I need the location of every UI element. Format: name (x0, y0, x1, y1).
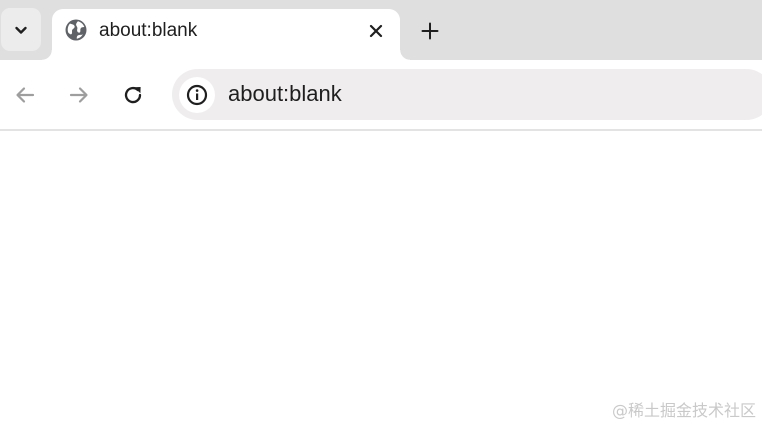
browser-window: about:blank about:blank @稀土掘金技术社区 (0, 0, 762, 427)
reload-icon (121, 83, 145, 107)
arrow-right-icon (67, 83, 91, 107)
back-button[interactable] (8, 78, 42, 112)
reload-button[interactable] (116, 78, 150, 112)
info-icon (186, 84, 208, 106)
tab-title: about:blank (99, 20, 198, 41)
chevron-down-icon (14, 23, 28, 37)
tab-strip: about:blank (0, 0, 762, 60)
page-content: @稀土掘金技术社区 (0, 131, 762, 427)
toolbar: about:blank (0, 60, 762, 130)
address-text[interactable]: about:blank (228, 81, 342, 107)
close-icon (369, 24, 383, 38)
arrow-left-icon (13, 83, 37, 107)
address-bar[interactable]: about:blank (172, 69, 762, 120)
globe-icon (64, 18, 88, 42)
plus-icon (421, 22, 439, 40)
watermark: @稀土掘金技术社区 (611, 401, 756, 420)
tab-close-button[interactable] (362, 17, 390, 45)
forward-button[interactable] (62, 78, 96, 112)
site-info-button[interactable] (179, 77, 215, 113)
tab-search-button[interactable] (1, 8, 41, 51)
tab-active[interactable]: about:blank (42, 9, 410, 60)
new-tab-button[interactable] (414, 15, 446, 47)
